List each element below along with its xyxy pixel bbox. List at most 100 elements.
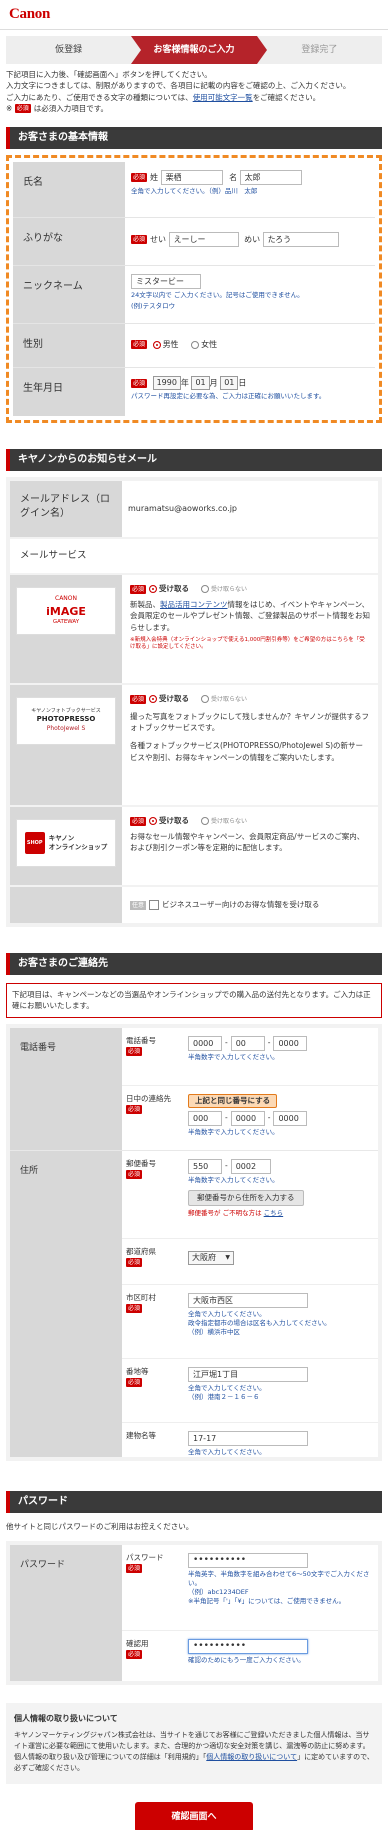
zip-lookup-button[interactable]: 郵便番号から住所を入力する: [188, 1189, 304, 1207]
section-title-mail: キヤノンからのお知らせメール: [6, 449, 382, 471]
zip-search-link[interactable]: こちら: [264, 1209, 284, 1217]
business-checkbox[interactable]: [149, 900, 160, 910]
address-group-label: 住所: [10, 1150, 122, 1457]
name-row: 氏名 必須姓 栗栖 名 太郎 全角で入力してください。（例）品川 太郎: [13, 162, 375, 218]
service-photobook: キヤノンフォトブックサービス PHOTOPRESSO PhotoJewel S …: [10, 685, 378, 805]
canon-logo[interactable]: Canon: [9, 4, 50, 25]
female-radio[interactable]: [191, 340, 200, 349]
business-row: 任意 ビジネスユーザー向けのお得な情報を受け取る: [10, 887, 378, 923]
phone-group-label: 電話番号: [10, 1027, 122, 1150]
daytime-input-2[interactable]: 0000: [230, 1111, 265, 1126]
kana-last-prefix: せい: [150, 235, 167, 244]
password-confirm-input[interactable]: ••••••••••: [188, 1638, 308, 1654]
birthdate-hint: パスワード再設定に必要な為、ご入力は正確にお願いいたします。: [131, 392, 326, 400]
decline-radio[interactable]: [201, 817, 210, 825]
city-input[interactable]: 大阪市西区: [188, 1292, 308, 1308]
tel-hint: 半角数字で入力してください。: [188, 1052, 279, 1061]
service-text: 新製品、: [130, 599, 160, 609]
zip-input-2[interactable]: 0002: [230, 1158, 271, 1174]
step-customer-info: お客様情報のご入力: [131, 36, 268, 64]
daytime-input-1[interactable]: 000: [188, 1111, 222, 1126]
confirm-hint: 確認のためにもう一度ご入力ください。: [188, 1655, 305, 1664]
female-label: 女性: [201, 340, 218, 349]
building-input[interactable]: 17-17: [188, 1430, 308, 1446]
password-symbol-note: ※半角記号「'」「¥」については、ご使用できません。: [188, 1597, 346, 1606]
instruction-line-3: ご入力にあたり、ご使用できる文字の種類については、使用可能文字一覧をご確認くださ…: [6, 92, 382, 103]
accept-radio[interactable]: [149, 585, 158, 593]
street-input[interactable]: 江戸堀1丁目: [188, 1366, 308, 1382]
mail-service-label: メールサービス: [10, 539, 378, 573]
accept-radio[interactable]: [149, 817, 158, 825]
accept-label: 受け取る: [159, 816, 190, 825]
nickname-hint: 24文字以内で ご入力ください。記号はご使用できません。: [131, 291, 304, 299]
last-name-input[interactable]: 栗栖: [160, 170, 223, 185]
tel-input-3[interactable]: 0000: [273, 1035, 308, 1051]
note-mark: ※: [6, 103, 13, 113]
logo-text: CANON: [55, 595, 77, 603]
first-name-input[interactable]: 太郎: [239, 170, 302, 185]
tel-input-2[interactable]: 00: [230, 1035, 265, 1051]
last-name-prefix: 姓: [150, 173, 159, 182]
decline-radio[interactable]: [201, 695, 210, 703]
male-radio[interactable]: [152, 340, 161, 349]
product-content-link[interactable]: 製品活用コンテンツ: [160, 600, 228, 609]
male-label: 男性: [162, 340, 179, 349]
required-badge: 必須: [130, 584, 147, 594]
password-input[interactable]: ••••••••••: [188, 1552, 308, 1568]
city-label: 市区町村: [126, 1292, 156, 1302]
logo-text: PHOTOPRESSO: [36, 715, 96, 724]
tel-input-1[interactable]: 0000: [188, 1035, 222, 1051]
required-badge: 必須: [126, 1257, 143, 1267]
basic-info-form: 氏名 必須姓 栗栖 名 太郎 全角で入力してください。（例）品川 太郎 ふりがな…: [6, 155, 382, 423]
first-name-prefix: 名: [229, 173, 238, 182]
instruction-text: をご確認ください。: [252, 92, 321, 102]
logo-text: GATEWAY: [52, 619, 80, 626]
confirm-submit-button[interactable]: 確認画面へ: [135, 1802, 253, 1830]
birth-day-select[interactable]: 01: [220, 376, 239, 390]
building-inputs: 17-17 全角で入力してください。: [188, 1430, 374, 1456]
accept-radio[interactable]: [149, 695, 158, 703]
progress-steps: 仮登録 お客様情報のご入力 登録完了: [6, 36, 382, 64]
prefecture-label: 都道府県: [126, 1246, 156, 1256]
separator: -: [225, 1160, 228, 1170]
business-option: 任意 ビジネスユーザー向けのお得な情報を受け取る: [122, 887, 378, 923]
month-unit: 月: [209, 378, 218, 388]
birth-month-select[interactable]: 01: [191, 376, 210, 390]
service-logo-cell: CANON iMAGE GATEWAY: [10, 575, 122, 683]
address-fields: 郵便番号 必須 550-0002 半角数字で入力してください。 郵便番号から住所を…: [122, 1150, 378, 1457]
birth-year-select[interactable]: 1990: [152, 376, 181, 390]
street-inputs: 江戸堀1丁目 全角で入力してください。 （例）港南２－１６－６: [188, 1366, 374, 1414]
required-badge: 必須: [130, 694, 147, 704]
email-row: メールアドレス（ログイン名） muramatsu@aoworks.co.jp: [10, 481, 378, 537]
section-title-basic: お客さまの基本情報: [6, 127, 382, 149]
kana-fields: 必須 せい えーしー めい たろう: [125, 218, 375, 265]
street-hint: 全角で入力してください。: [188, 1383, 266, 1392]
prefecture-select[interactable]: 大阪府 ▼: [188, 1250, 234, 1265]
usable-characters-link[interactable]: 使用可能文字一覧: [193, 93, 253, 102]
city-row: 市区町村 必須 大阪市西区 全角で入力してください。 政令指定都市の場合は区名も入…: [122, 1285, 378, 1359]
nickname-example: (例)テスタロウ: [131, 302, 176, 311]
birthdate-label: 生年月日: [13, 368, 125, 416]
contact-warning: 下記項目は、キャンペーンなどの当選品やオンラインショップでの購入品の送付先となり…: [6, 983, 382, 1018]
instruction-line-2: 入力文字につきましては、制限がありますので、各項目に記載の内容をご確認の上、ご入…: [6, 81, 351, 91]
zip-label: 郵便番号: [126, 1158, 156, 1168]
same-number-button[interactable]: 上記と同じ番号にする: [188, 1093, 278, 1108]
kana-last-input[interactable]: えーしー: [168, 232, 239, 247]
kana-first-input[interactable]: たろう: [262, 232, 339, 247]
decline-radio[interactable]: [201, 585, 210, 593]
service-text: 撮った写真をフォトブックにして残しませんか？キヤノンが提供するフォトブックサービ…: [130, 711, 369, 733]
daytime-hint: 半角数字で入力してください。: [188, 1128, 279, 1136]
zip-input-1[interactable]: 550: [188, 1158, 222, 1174]
nickname-input[interactable]: ミスタービー: [131, 274, 201, 289]
business-label-cell: [10, 887, 122, 923]
separator: -: [225, 1037, 228, 1047]
address-group: 住所 郵便番号 必須 550-0002 半角数字で入力してください。 郵便番号から…: [10, 1150, 378, 1457]
phone-fields: 電話番号 必須 0000-00-0000 半角数字で入力してください。 日中の連絡…: [122, 1027, 378, 1150]
required-badge: 必須: [126, 1563, 143, 1573]
privacy-policy-link[interactable]: 個人情報の取り扱いについて: [206, 1753, 297, 1761]
service-text: 各種フォトブックサービス(PHOTOPRESSO/PhotoJewel S)の新…: [130, 740, 364, 762]
daytime-input-3[interactable]: 0000: [273, 1111, 308, 1126]
building-hint: 全角で入力してください。: [188, 1447, 266, 1456]
service-options: 必須 受け取る 受け取らない 撮った写真をフォトブックにして残しませんか？キヤノンが…: [122, 685, 378, 805]
separator: -: [267, 1113, 271, 1123]
